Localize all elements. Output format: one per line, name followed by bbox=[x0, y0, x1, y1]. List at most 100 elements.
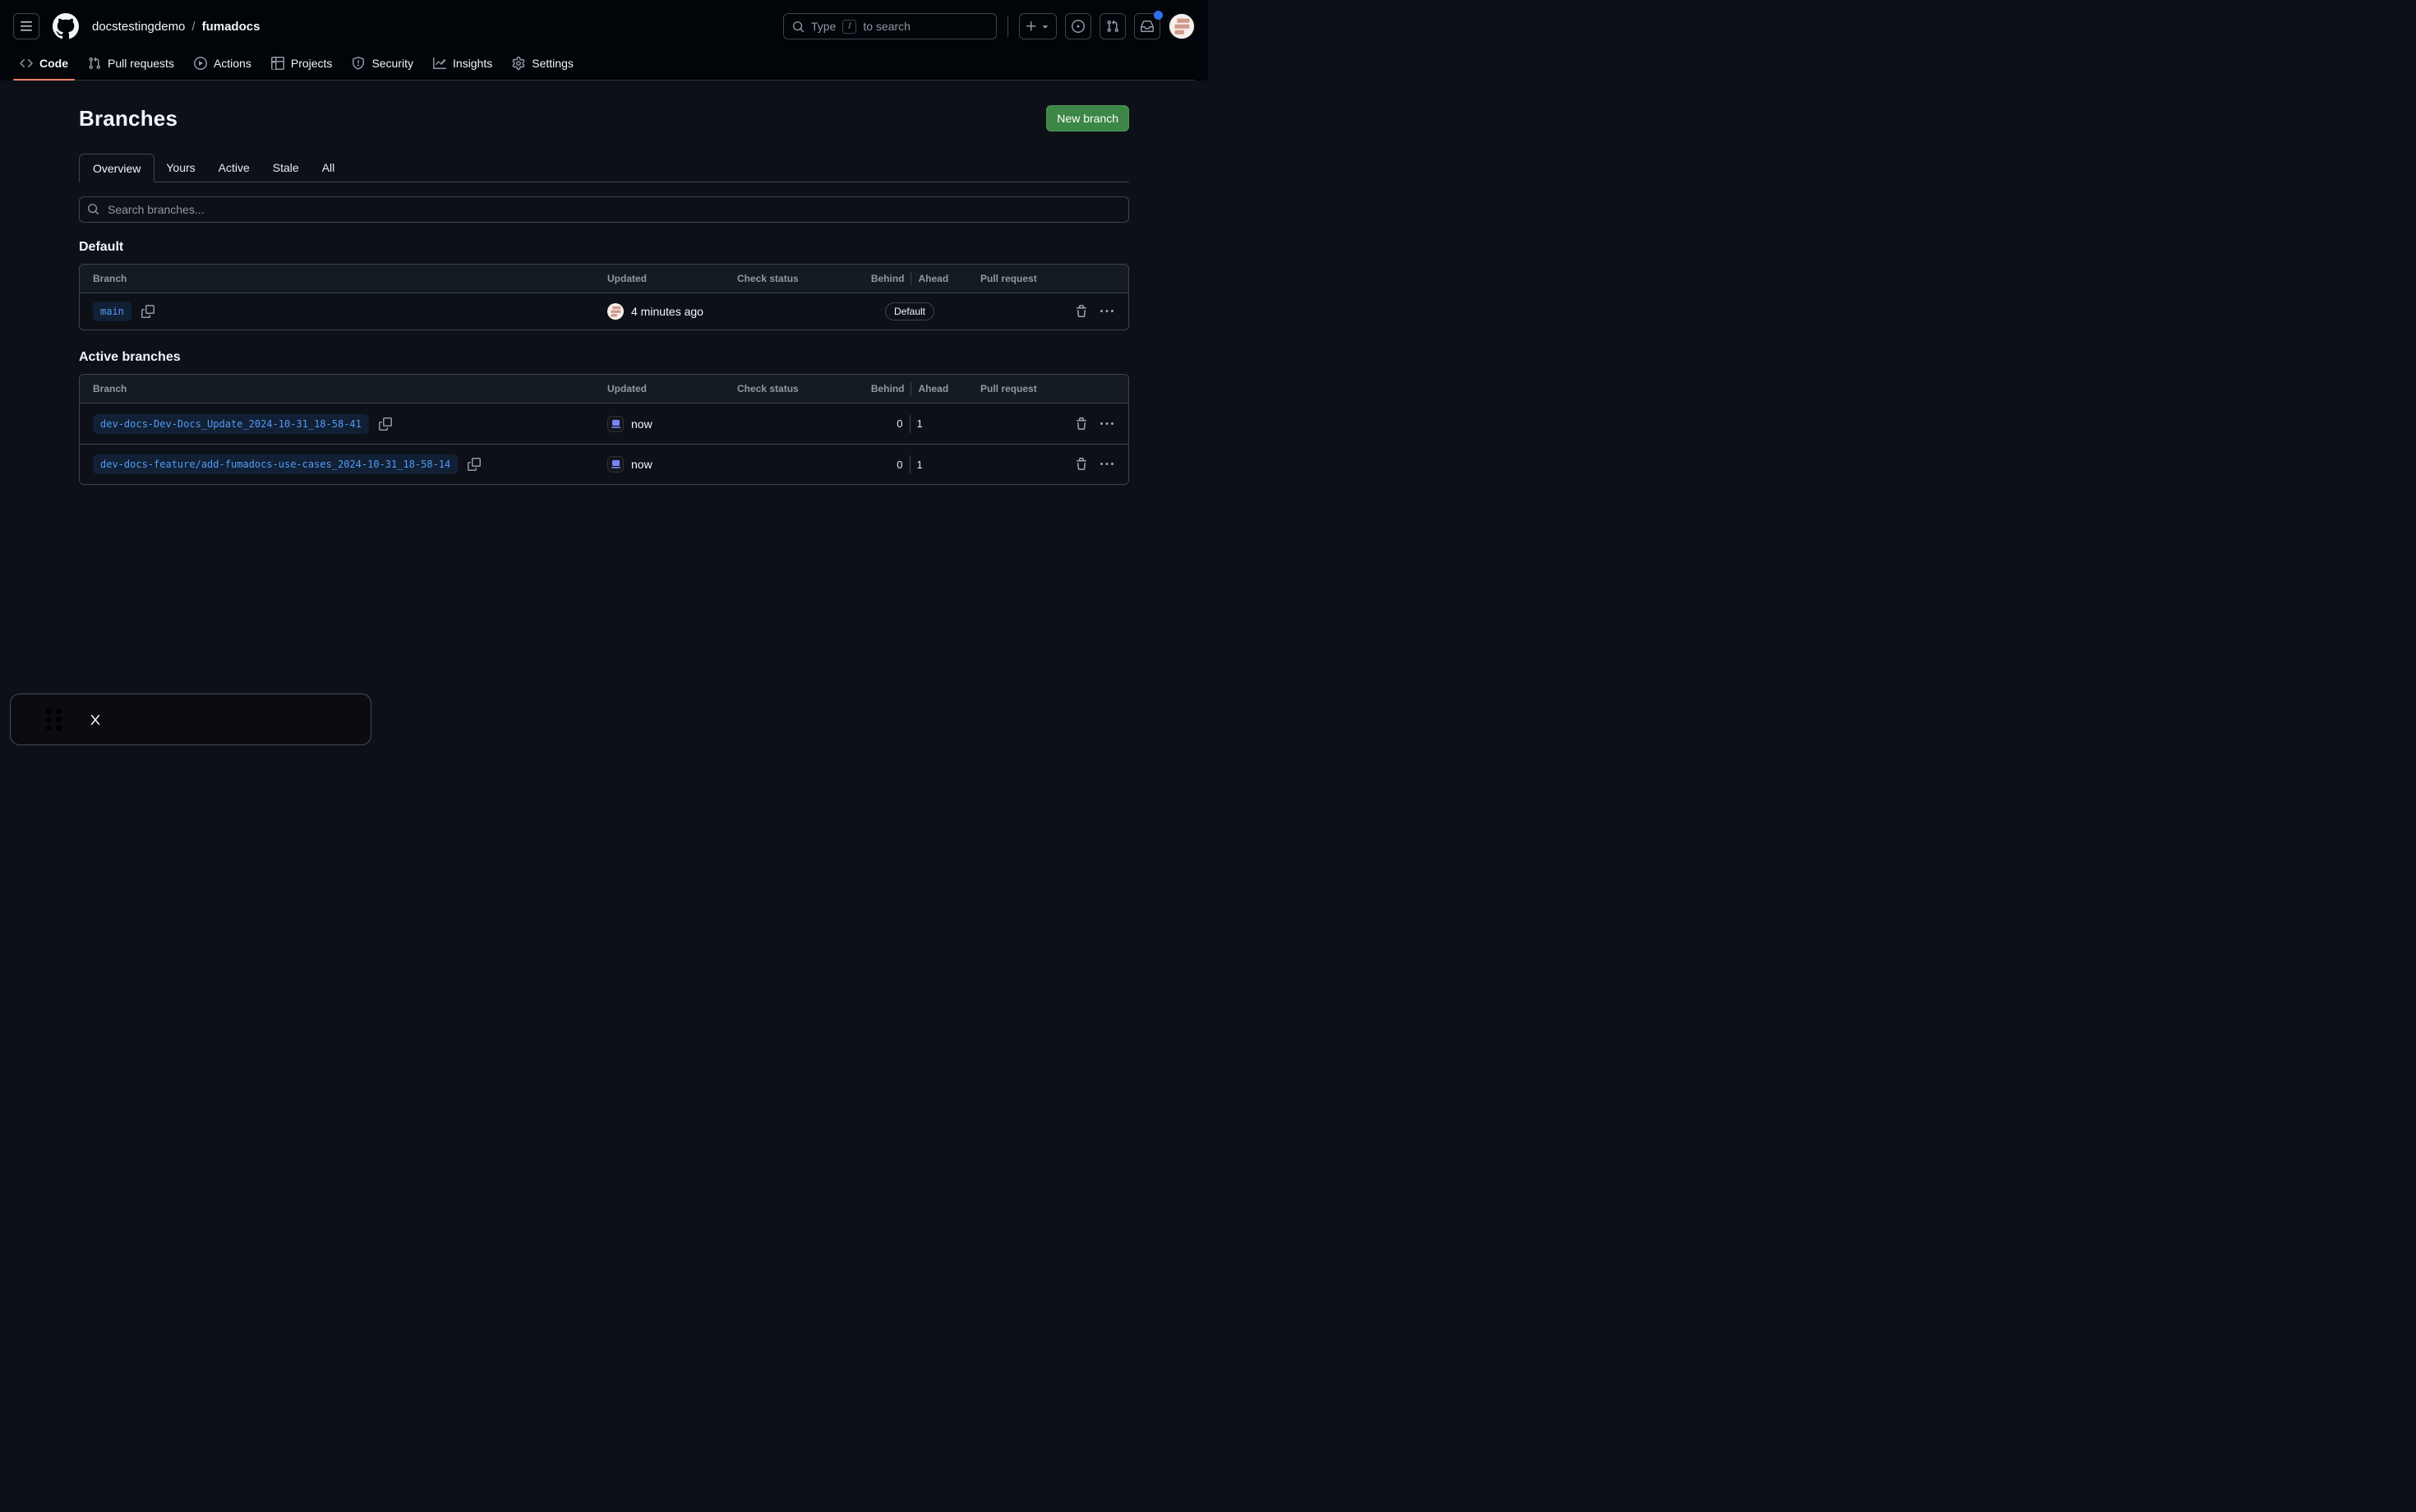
branch-menu-button[interactable] bbox=[1100, 305, 1113, 318]
page-title: Branches bbox=[79, 106, 178, 131]
copy-branch-name-button[interactable] bbox=[141, 305, 154, 318]
trash-icon bbox=[1075, 417, 1088, 431]
notifications-inbox-button[interactable] bbox=[1134, 13, 1160, 39]
main-content: Branches New branch Overview Yours Activ… bbox=[79, 105, 1129, 485]
column-header-check-status: Check status bbox=[737, 383, 869, 394]
copy-branch-name-button[interactable] bbox=[379, 417, 392, 431]
column-header-pull-request: Pull request bbox=[951, 383, 1066, 394]
trash-icon bbox=[1075, 305, 1088, 318]
breadcrumb: docstestingdemo / fumadocs bbox=[92, 20, 260, 34]
column-header-ahead: Ahead bbox=[918, 383, 948, 394]
tab-projects[interactable]: Projects bbox=[265, 46, 339, 80]
column-header-behind-ahead: Behind Ahead bbox=[869, 382, 951, 395]
column-header-updated: Updated bbox=[607, 273, 737, 284]
branch-filter-tabs: Overview Yours Active Stale All bbox=[79, 154, 1129, 182]
branch-link[interactable]: main bbox=[93, 302, 131, 321]
copy-icon bbox=[468, 458, 481, 471]
bot-avatar[interactable] bbox=[607, 456, 624, 472]
tab-security[interactable]: Security bbox=[345, 46, 420, 80]
bot-avatar-glyph bbox=[612, 420, 620, 426]
code-icon bbox=[20, 57, 33, 70]
floating-toolbar-widget bbox=[10, 694, 371, 745]
pull-requests-button[interactable] bbox=[1100, 13, 1126, 39]
github-logo[interactable] bbox=[53, 13, 79, 39]
column-header-behind: Behind bbox=[871, 383, 905, 394]
tab-pull-requests-label: Pull requests bbox=[108, 57, 174, 70]
tab-stale[interactable]: Stale bbox=[261, 154, 311, 182]
kebab-horizontal-icon bbox=[1100, 305, 1113, 318]
ahead-count: 1 bbox=[917, 417, 929, 430]
copy-branch-name-button[interactable] bbox=[468, 458, 481, 471]
bot-avatar[interactable] bbox=[607, 416, 624, 432]
copy-icon bbox=[379, 417, 392, 431]
three-bars-icon bbox=[20, 20, 33, 33]
table-header: Branch Updated Check status Behind Ahead… bbox=[80, 375, 1128, 403]
column-header-behind-ahead: Behind Ahead bbox=[869, 272, 951, 285]
updated-time: now bbox=[631, 458, 652, 471]
kebab-horizontal-icon bbox=[1100, 417, 1113, 431]
branch-link[interactable]: dev-docs-feature/add-fumadocs-use-cases_… bbox=[93, 454, 458, 474]
tab-insights-label: Insights bbox=[453, 57, 492, 70]
graph-icon bbox=[433, 57, 446, 70]
bot-avatar-label bbox=[611, 426, 620, 428]
tab-insights[interactable]: Insights bbox=[426, 46, 499, 80]
user-avatar[interactable] bbox=[1169, 13, 1195, 39]
close-icon bbox=[89, 713, 102, 726]
chevron-down-icon bbox=[1040, 21, 1051, 32]
github-mark-icon bbox=[53, 13, 79, 39]
tab-all[interactable]: All bbox=[311, 154, 347, 182]
behind-count: 0 bbox=[892, 459, 903, 471]
tab-pull-requests[interactable]: Pull requests bbox=[81, 46, 181, 80]
drag-handle[interactable] bbox=[46, 708, 62, 731]
issue-opened-icon bbox=[1072, 20, 1085, 33]
active-branches-table: Branch Updated Check status Behind Ahead… bbox=[79, 374, 1129, 485]
delete-branch-button[interactable] bbox=[1075, 458, 1088, 471]
branch-menu-button[interactable] bbox=[1100, 458, 1113, 471]
breadcrumb-repo-link[interactable]: fumadocs bbox=[202, 20, 261, 34]
tab-yours[interactable]: Yours bbox=[154, 154, 206, 182]
slash-key-hint: / bbox=[842, 20, 856, 34]
active-section-heading: Active branches bbox=[79, 350, 1129, 365]
branch-row-dev-docs-update: dev-docs-Dev-Docs_Update_2024-10-31_18-5… bbox=[80, 403, 1128, 444]
bot-avatar-label bbox=[611, 467, 620, 468]
updated-time: now bbox=[631, 417, 652, 431]
behind-ahead-divider bbox=[910, 415, 911, 433]
tab-active[interactable]: Active bbox=[207, 154, 261, 182]
shield-icon bbox=[352, 57, 365, 70]
new-branch-button[interactable]: New branch bbox=[1046, 105, 1129, 131]
default-section-heading: Default bbox=[79, 240, 1129, 255]
trash-icon bbox=[1075, 458, 1088, 471]
delete-branch-button[interactable] bbox=[1075, 417, 1088, 431]
global-search-input[interactable]: Type / to search bbox=[783, 13, 997, 39]
play-icon bbox=[194, 57, 207, 70]
git-pull-request-icon bbox=[1106, 20, 1119, 33]
branch-row-main: main 4 minutes ago Default bbox=[80, 293, 1128, 330]
tab-settings[interactable]: Settings bbox=[505, 46, 580, 80]
tab-actions-label: Actions bbox=[214, 57, 251, 70]
create-new-button[interactable] bbox=[1019, 13, 1057, 39]
table-icon bbox=[271, 57, 284, 70]
column-header-updated: Updated bbox=[607, 383, 737, 394]
header-divider bbox=[1007, 16, 1008, 37]
user-avatar-image bbox=[1169, 14, 1194, 39]
tab-settings-label: Settings bbox=[532, 57, 574, 70]
tab-code[interactable]: Code bbox=[13, 46, 75, 80]
default-branch-badge: Default bbox=[885, 302, 934, 320]
issues-button[interactable] bbox=[1065, 13, 1091, 39]
copy-icon bbox=[141, 305, 154, 318]
search-branches-input[interactable] bbox=[79, 196, 1129, 223]
branch-link[interactable]: dev-docs-Dev-Docs_Update_2024-10-31_18-5… bbox=[93, 414, 369, 434]
delete-branch-button[interactable] bbox=[1075, 305, 1088, 318]
tab-actions[interactable]: Actions bbox=[187, 46, 258, 80]
updated-time: 4 minutes ago bbox=[631, 305, 703, 318]
ahead-count: 1 bbox=[917, 459, 929, 471]
search-icon bbox=[87, 203, 99, 215]
breadcrumb-owner-link[interactable]: docstestingdemo bbox=[92, 20, 185, 34]
close-widget-button[interactable] bbox=[89, 713, 102, 726]
hamburger-menu-button[interactable] bbox=[13, 13, 39, 39]
branch-menu-button[interactable] bbox=[1100, 417, 1113, 431]
committer-avatar[interactable] bbox=[607, 303, 624, 320]
plus-icon bbox=[1025, 20, 1038, 33]
tab-overview[interactable]: Overview bbox=[79, 154, 154, 182]
search-placeholder-prefix: Type bbox=[811, 20, 836, 33]
